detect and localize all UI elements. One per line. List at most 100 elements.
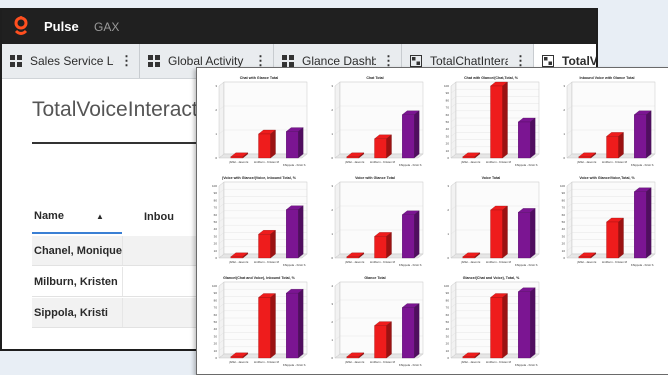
x-tick-label: KSippola - Kristi S: [399, 363, 422, 367]
y-tick-label: 30: [446, 334, 450, 338]
x-tick-label: kmilburn - Kristen M: [486, 160, 512, 164]
chart-svg: Voice Total 0 1 2 3 jbiffel - Jason E kmilburn…: [447, 176, 540, 267]
tab-sales-service-level[interactable]: Sales Service Leve ⋮: [2, 44, 140, 78]
x-tick-label: jbiffel - Jason E: [460, 160, 480, 164]
mini-bar-chart: Glance/(Chat and Voice), Total, % 0 10 20 30…: [435, 272, 547, 368]
chart-bar: [633, 110, 652, 159]
y-tick-label: 10: [446, 149, 450, 153]
chart-svg: Glance Total 0 1 2 3 4 jbiffel - Jason E kmilbu…: [331, 276, 424, 367]
app-name: Pulse: [44, 19, 79, 34]
chart-bar: [258, 293, 276, 359]
y-tick-label: 60: [446, 313, 450, 317]
chart-bar: [374, 232, 392, 259]
mini-bar-chart: Chat with Glance Total 0 1 2 3 jbiffel - Jaso…: [203, 72, 315, 168]
y-tick-label: 0: [331, 156, 333, 160]
y-tick-label: 10: [446, 349, 450, 353]
y-tick-label: 80: [446, 298, 450, 302]
x-tick-label: kmilburn - Kristen M: [254, 160, 280, 164]
x-tick-label: kmilburn - Kristen M: [602, 160, 628, 164]
y-tick-label: 4: [331, 284, 333, 288]
title-underline: [32, 142, 202, 144]
chart-grid-overlay: Chat with Glance Total 0 1 2 3 jbiffel - Jaso…: [196, 67, 668, 375]
chart-bar: [374, 321, 392, 359]
x-tick-label: jbiffel - Jason E: [344, 160, 364, 164]
y-tick-label: 0: [563, 156, 565, 160]
y-tick-label: 90: [446, 91, 450, 95]
y-tick-label: 100: [444, 284, 449, 288]
chart-bar: [401, 303, 420, 359]
chart-bar: [606, 132, 624, 159]
y-tick-label: 60: [446, 113, 450, 117]
x-tick-label: jbiffel - Jason E: [344, 360, 364, 364]
y-tick-label: 0: [215, 256, 217, 260]
y-tick-label: 0: [215, 156, 217, 160]
chart-bar: [258, 129, 276, 159]
y-tick-label: 90: [214, 291, 218, 295]
chart-bar: [285, 205, 304, 259]
x-tick-label: jbiffel - Jason E: [576, 260, 596, 264]
chart-svg: Chat with Glance Total 0 1 2 3 jbiffel - Jaso…: [215, 76, 308, 167]
column-header-label: Name: [34, 210, 64, 222]
x-tick-label: jbiffel - Jason E: [460, 360, 480, 364]
org-name: GAX: [94, 20, 120, 34]
y-tick-label: 40: [562, 227, 566, 231]
y-tick-label: 20: [214, 342, 218, 346]
y-tick-label: 80: [214, 198, 218, 202]
tab-label: TotalChatInteracti: [430, 54, 508, 68]
y-tick-label: 80: [562, 198, 566, 202]
y-tick-label: 80: [214, 298, 218, 302]
chart-bar: [490, 293, 508, 359]
chart-bar: [401, 210, 420, 259]
sort-ascending-icon[interactable]: ▲: [96, 212, 104, 221]
chart-title: Voice with Glance/Voice,Total, %: [579, 176, 635, 180]
chart-bar: [517, 208, 536, 259]
x-tick-label: kmilburn - Kristen M: [370, 360, 396, 364]
y-tick-label: 10: [562, 249, 566, 253]
x-tick-label: kmilburn - Kristen M: [254, 260, 280, 264]
y-tick-label: 2: [331, 208, 333, 212]
column-header-name[interactable]: Name ▲: [32, 200, 122, 234]
y-tick-label: 30: [562, 234, 566, 238]
chart-svg: Voice with Glance Total 0 1 2 3 jbiffel - Jas…: [331, 176, 424, 267]
mini-bar-chart: Voice with Glance Total 0 1 2 3 jbiffel - Jas…: [319, 172, 431, 268]
name-cell: Milburn, Kristen: [34, 267, 123, 296]
chart-svg: Chat with Glance/(Chat,Total, % 0 10 20 30 40…: [444, 76, 540, 167]
chart-svg: Glance/(Chat and Voice), Inbound Total, …: [212, 276, 308, 367]
y-tick-label: 0: [447, 256, 449, 260]
tab-menu-icon[interactable]: ⋮: [120, 53, 133, 69]
y-tick-label: 2: [447, 208, 449, 212]
chart-bar: [285, 127, 304, 159]
y-tick-label: 70: [446, 306, 450, 310]
y-tick-label: 20: [562, 242, 566, 246]
column-header-inbound[interactable]: Inbou: [144, 200, 174, 234]
dashboard-grid-icon: [10, 55, 22, 67]
y-tick-label: 1: [563, 132, 565, 136]
y-tick-label: 0: [215, 356, 217, 360]
y-tick-label: 3: [331, 184, 333, 188]
chart-bar: [517, 117, 536, 159]
tab-label: Global Activity: [168, 54, 244, 68]
y-tick-label: 3: [331, 84, 333, 88]
y-tick-label: 100: [560, 184, 565, 188]
y-tick-label: 0: [563, 256, 565, 260]
y-tick-label: 60: [214, 213, 218, 217]
tab-label: TotalVo: [562, 54, 597, 68]
y-tick-label: 50: [446, 120, 450, 124]
y-tick-label: 30: [446, 134, 450, 138]
tab-label: Glance Dashboard: [302, 54, 376, 68]
x-tick-label: jbiffel - Jason E: [460, 260, 480, 264]
y-tick-label: 1: [447, 232, 449, 236]
y-tick-label: 50: [214, 220, 218, 224]
chart-title: Glance/(Chat and Voice), Total, %: [463, 276, 520, 280]
widget-icon: [542, 55, 554, 67]
x-tick-label: KSippola - Kristi S: [515, 363, 538, 367]
y-tick-label: 50: [562, 220, 566, 224]
chart-title: Glance Total: [364, 276, 385, 280]
y-tick-label: 40: [214, 227, 218, 231]
y-tick-label: 40: [446, 327, 450, 331]
chart-bar: [490, 205, 508, 259]
y-tick-label: 60: [562, 213, 566, 217]
chart-title: Chat Total: [366, 76, 383, 80]
y-tick-label: 3: [563, 84, 565, 88]
chart-bar: [517, 287, 536, 359]
